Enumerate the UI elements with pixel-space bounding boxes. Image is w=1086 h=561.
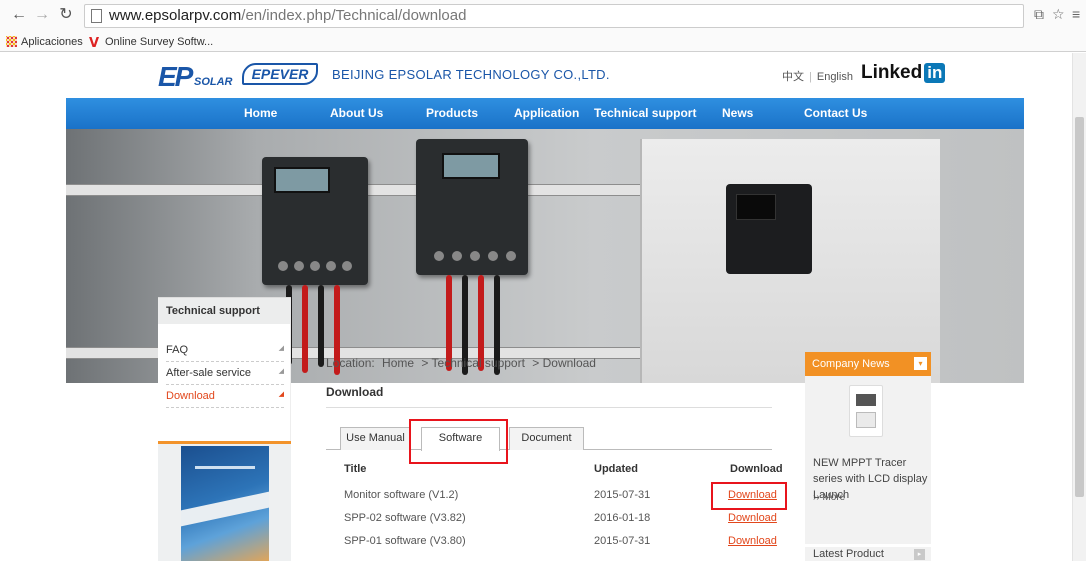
download-link[interactable]: Download bbox=[728, 512, 777, 524]
chevron-down-icon[interactable]: ▾ bbox=[914, 357, 927, 370]
row-updated: 2015-07-31 bbox=[594, 535, 651, 547]
breadcrumb-download: > Download bbox=[532, 356, 596, 370]
breadcrumb-label: Location: bbox=[326, 356, 375, 370]
breadcrumb: Location: Home > Technical support > Dow… bbox=[326, 356, 600, 370]
apps-grid-icon bbox=[6, 36, 17, 47]
browser-toolbar: ← → ↻ www.epsolarpv.com/en/index.php/Tec… bbox=[0, 0, 1086, 32]
url-path: /en/index.php/Technical/download bbox=[241, 7, 467, 24]
column-header-download: Download bbox=[730, 463, 783, 475]
lang-english-link[interactable]: English bbox=[817, 71, 853, 83]
arrow-right-icon[interactable]: → bbox=[33, 6, 51, 24]
sidebar-item-after-sale[interactable]: After-sale service ◢ bbox=[166, 363, 284, 385]
page-title: Download bbox=[326, 385, 384, 399]
corner-arrow-icon: ◢ bbox=[278, 368, 284, 375]
main-nav: Home About Us Products Application Techn… bbox=[66, 98, 1024, 129]
nav-products[interactable]: Products bbox=[426, 98, 478, 129]
linkedin-logo[interactable]: Linked in bbox=[861, 62, 946, 84]
nav-about-us[interactable]: About Us bbox=[330, 98, 383, 129]
survey-logo-icon: ᐯ bbox=[89, 35, 100, 50]
product-image[interactable] bbox=[849, 385, 883, 437]
logo-ep[interactable]: EP bbox=[158, 61, 193, 93]
sidebar-list: FAQ ◢ After-sale service ◢ Download ◢ bbox=[158, 324, 291, 442]
linkedin-in-icon: in bbox=[924, 63, 946, 83]
sidebar-title: Technical support bbox=[158, 297, 291, 324]
latest-product-title[interactable]: Latest Product bbox=[813, 548, 884, 560]
corner-arrow-icon: ◢ bbox=[278, 345, 284, 352]
arrow-left-icon[interactable]: ← bbox=[10, 6, 28, 24]
nav-technical-support[interactable]: Technical support bbox=[594, 98, 696, 129]
charge-controller bbox=[416, 139, 528, 275]
chevron-right-icon[interactable]: ▸ bbox=[914, 549, 925, 560]
nav-news[interactable]: News bbox=[722, 98, 753, 129]
menu-icon[interactable]: ≡ bbox=[1072, 6, 1080, 22]
bookmark-label: Online Survey Softw... bbox=[105, 36, 214, 48]
breadcrumb-home[interactable]: Home bbox=[382, 356, 414, 370]
brochure-image[interactable] bbox=[181, 446, 269, 561]
corner-arrow-icon: ◢ bbox=[278, 391, 284, 398]
scrollbar-thumb[interactable] bbox=[1075, 117, 1084, 497]
sidebar-item-label: After-sale service bbox=[166, 367, 251, 379]
tab-document[interactable]: Document bbox=[509, 427, 584, 450]
address-bar[interactable]: www.epsolarpv.com/en/index.php/Technical… bbox=[84, 4, 1024, 28]
sidebar-item-label: Download bbox=[166, 390, 215, 402]
logo-epever[interactable]: EPEVER bbox=[242, 63, 318, 85]
charge-controller bbox=[262, 157, 368, 285]
title-divider bbox=[326, 407, 772, 408]
column-header-updated: Updated bbox=[594, 463, 638, 475]
translate-icon[interactable]: ⧉ bbox=[1034, 6, 1044, 23]
lang-chinese-link[interactable]: 中文 bbox=[782, 71, 804, 83]
nav-application[interactable]: Application bbox=[514, 98, 579, 129]
nav-home[interactable]: Home bbox=[244, 98, 277, 129]
url-host: www.epsolarpv.com bbox=[109, 7, 242, 24]
breadcrumb-technical-support[interactable]: > Technical support bbox=[421, 356, 525, 370]
company-name: BEIJING EPSOLAR TECHNOLOGY CO.,LTD. bbox=[332, 67, 610, 82]
nav-contact-us[interactable]: Contact Us bbox=[804, 98, 867, 129]
row-updated: 2016-01-18 bbox=[594, 512, 651, 524]
bookmarks-bar: Aplicaciones ᐯ Online Survey Softw... bbox=[0, 32, 1086, 52]
row-updated: 2015-07-31 bbox=[594, 489, 651, 501]
logo-solar: SOLAR bbox=[194, 76, 233, 88]
row-title: SPP-01 software (V3.80) bbox=[344, 535, 466, 547]
bookmark-survey[interactable]: ᐯ Online Survey Softw... bbox=[89, 32, 213, 52]
download-link[interactable]: Download bbox=[728, 535, 777, 547]
column-header-title: Title bbox=[344, 463, 367, 475]
sidebar-item-faq[interactable]: FAQ ◢ bbox=[166, 340, 284, 362]
bookmark-apps[interactable]: Aplicaciones bbox=[6, 32, 83, 52]
reload-icon[interactable]: ↻ bbox=[57, 6, 75, 24]
latest-product-header: Latest Product ▸ bbox=[805, 547, 931, 561]
language-switch: 中文 | English bbox=[782, 71, 853, 83]
page-icon bbox=[91, 9, 102, 23]
sidebar-item-label: FAQ bbox=[166, 344, 189, 356]
tab-use-manual[interactable]: Use Manual bbox=[340, 427, 411, 450]
company-news-title[interactable]: Company News bbox=[812, 358, 890, 370]
company-news-header: Company News ▾ bbox=[805, 352, 931, 376]
star-icon[interactable]: ☆ bbox=[1052, 6, 1065, 23]
remote-meter bbox=[726, 184, 812, 274]
linkedin-word: Linked bbox=[861, 62, 923, 83]
sidebar-item-download[interactable]: Download ◢ bbox=[166, 386, 284, 408]
row-title: SPP-02 software (V3.82) bbox=[344, 512, 466, 524]
highlight-box-download-link bbox=[711, 482, 787, 510]
more-link[interactable]: ›› More bbox=[813, 492, 845, 503]
highlight-box-software-tab bbox=[409, 419, 508, 464]
bookmark-label: Aplicaciones bbox=[21, 36, 83, 48]
row-title: Monitor software (V1.2) bbox=[344, 489, 459, 501]
site-header: EP SOLAR EPEVER BEIJING EPSOLAR TECHNOLO… bbox=[66, 53, 1024, 98]
page-scrollbar[interactable] bbox=[1072, 53, 1086, 561]
